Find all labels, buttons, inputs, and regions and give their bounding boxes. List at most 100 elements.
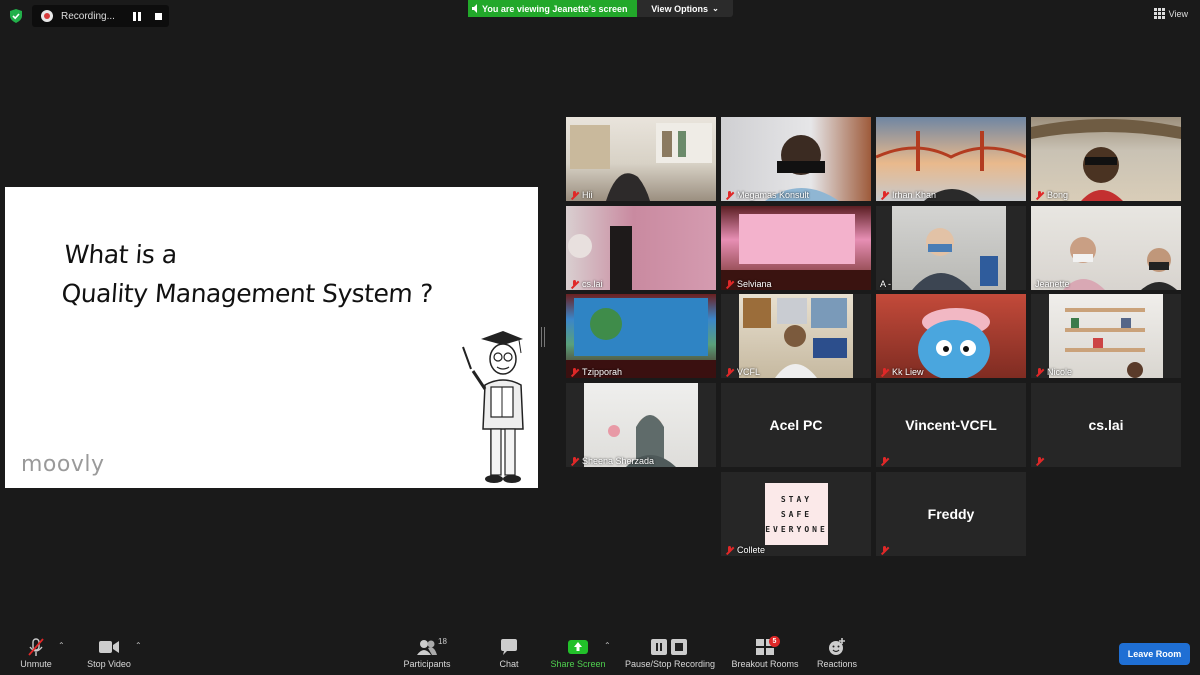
participant-tile[interactable]: Vincent-VCFL bbox=[876, 383, 1026, 467]
muted-mic-icon bbox=[570, 190, 579, 200]
muted-mic-icon bbox=[725, 279, 734, 289]
reactions-button[interactable]: Reactions bbox=[815, 637, 859, 669]
share-screen-button[interactable]: Share Screen bbox=[549, 637, 607, 669]
participant-tile[interactable]: VCFL bbox=[721, 294, 871, 378]
video-camera-icon bbox=[98, 637, 120, 657]
participant-name: Irhan Khan bbox=[880, 190, 936, 200]
participant-name: Sheena Sherzada bbox=[570, 456, 654, 466]
video-feed-scene bbox=[1065, 308, 1145, 378]
muted-mic-icon bbox=[570, 367, 579, 377]
chevron-down-icon: ⌄ bbox=[712, 4, 719, 13]
participant-tile[interactable]: cs.lai bbox=[1031, 383, 1181, 467]
share-screen-icon bbox=[568, 637, 588, 657]
participants-label: Participants bbox=[403, 659, 451, 669]
view-layout-button[interactable]: View bbox=[1153, 8, 1188, 19]
video-feed-scene bbox=[918, 308, 990, 378]
speaker-icon bbox=[472, 4, 477, 13]
recording-dot-icon bbox=[41, 10, 53, 22]
video-feed-scene bbox=[1063, 237, 1177, 290]
participant-name: Selviana bbox=[725, 279, 772, 289]
professor-illustration bbox=[462, 331, 524, 483]
muted-mic-icon bbox=[725, 545, 734, 555]
pause-stop-recording-button[interactable]: Pause/Stop Recording bbox=[622, 637, 718, 669]
breakout-rooms-button[interactable]: 5 Breakout Rooms bbox=[729, 636, 801, 669]
pause-stop-recording-label: Pause/Stop Recording bbox=[624, 659, 716, 669]
unmute-label: Unmute bbox=[20, 659, 52, 669]
participant-display-name: cs.lai bbox=[1088, 417, 1124, 433]
video-feed-scene bbox=[876, 131, 1026, 201]
participant-tile[interactable]: Tzipporah bbox=[566, 294, 716, 378]
stay-safe-sign: STAY SAFE EVERYONE bbox=[765, 483, 828, 545]
stop-video-button[interactable]: Stop Video bbox=[84, 637, 134, 669]
pause-recording-icon[interactable] bbox=[133, 11, 141, 21]
breakout-rooms-label: Breakout Rooms bbox=[731, 659, 799, 669]
participant-tile[interactable]: Hii bbox=[566, 117, 716, 201]
stop-recording-icon[interactable] bbox=[155, 12, 162, 20]
view-label: View bbox=[1168, 8, 1188, 19]
participant-tile[interactable]: Freddy bbox=[876, 472, 1026, 556]
share-options-caret-icon[interactable]: ⌃ bbox=[604, 641, 611, 650]
participant-name: Hii bbox=[570, 190, 593, 200]
pause-stop-icons bbox=[651, 637, 689, 657]
participant-tile[interactable]: Kk Liew bbox=[876, 294, 1026, 378]
breakout-rooms-icon: 5 bbox=[756, 636, 780, 657]
participant-tile-active-speaker[interactable]: Jeanette bbox=[1031, 206, 1181, 290]
chat-button[interactable]: Chat bbox=[496, 637, 522, 669]
participants-button[interactable]: 18 Participants bbox=[400, 637, 454, 669]
muted-mic-icon bbox=[1035, 457, 1044, 466]
stop-video-label: Stop Video bbox=[87, 659, 131, 669]
share-screen-label: Share Screen bbox=[550, 659, 606, 669]
muted-mic-icon bbox=[1035, 190, 1044, 200]
muted-microphone-icon bbox=[26, 637, 46, 657]
recording-label: Recording... bbox=[61, 10, 115, 22]
video-options-caret-icon[interactable]: ⌃ bbox=[135, 641, 142, 650]
participant-display-name: Freddy bbox=[927, 506, 975, 522]
video-feed-scene bbox=[912, 228, 998, 290]
video-feed-scene bbox=[765, 135, 839, 201]
participant-name: Jeanette bbox=[1035, 279, 1070, 289]
viewing-banner-text: You are viewing Jeanette's screen bbox=[482, 3, 628, 14]
muted-mic-icon bbox=[570, 456, 579, 466]
participant-name: Megamas Konsult bbox=[725, 190, 809, 200]
participant-tile[interactable]: Selviana bbox=[721, 206, 871, 290]
panel-splitter-handle[interactable] bbox=[541, 327, 545, 347]
participant-name: cs.lai bbox=[570, 279, 603, 289]
participant-display-name: Vincent-VCFL bbox=[905, 417, 997, 433]
video-feed-scene bbox=[570, 123, 712, 201]
leave-room-button[interactable]: Leave Room bbox=[1119, 643, 1190, 665]
participant-tile[interactable]: Sheena Sherzada bbox=[566, 383, 716, 467]
muted-mic-icon bbox=[1035, 367, 1044, 377]
participant-name: Bong bbox=[1035, 190, 1068, 200]
participant-tile[interactable]: Megamas Konsult bbox=[721, 117, 871, 201]
participant-tile[interactable]: Bong bbox=[1031, 117, 1181, 201]
participants-icon: 18 bbox=[416, 637, 447, 657]
participant-name: VCFL bbox=[725, 367, 760, 377]
muted-mic-icon bbox=[570, 279, 579, 289]
participant-name: Tzipporah bbox=[570, 367, 622, 377]
participant-mute-status bbox=[880, 546, 889, 555]
slide-title-line-1: What is a bbox=[63, 240, 178, 269]
participant-mute-status bbox=[880, 457, 889, 466]
participant-tile[interactable]: cs.lai bbox=[566, 206, 716, 290]
security-shield-icon[interactable] bbox=[9, 9, 23, 23]
participant-name: Kk Liew bbox=[880, 367, 924, 377]
slide-title: What is a Quality Management System ? bbox=[60, 235, 436, 313]
unmute-button[interactable]: Unmute bbox=[17, 637, 55, 669]
participant-tile[interactable]: A - bbox=[876, 206, 1026, 290]
muted-mic-icon bbox=[725, 190, 734, 200]
view-options-button[interactable]: View Options ⌄ bbox=[637, 0, 733, 17]
participant-name: A - bbox=[880, 279, 892, 289]
video-feed-scene bbox=[608, 415, 676, 467]
video-feed-scene bbox=[721, 214, 871, 290]
participant-tile[interactable]: Acel PC bbox=[721, 383, 871, 467]
view-options-label: View Options bbox=[651, 3, 709, 14]
participant-tile[interactable]: STAY SAFE EVERYONE Collete bbox=[721, 472, 871, 556]
participant-name: Collete bbox=[725, 545, 765, 555]
muted-mic-icon bbox=[880, 190, 889, 200]
participant-tile[interactable]: Nicole bbox=[1031, 294, 1181, 378]
muted-mic-icon bbox=[725, 367, 734, 377]
participant-tile[interactable]: Irhan Khan bbox=[876, 117, 1026, 201]
audio-options-caret-icon[interactable]: ⌃ bbox=[58, 641, 65, 650]
shared-screen: What is a Quality Management System ? mo… bbox=[5, 187, 538, 488]
chat-label: Chat bbox=[499, 659, 519, 669]
